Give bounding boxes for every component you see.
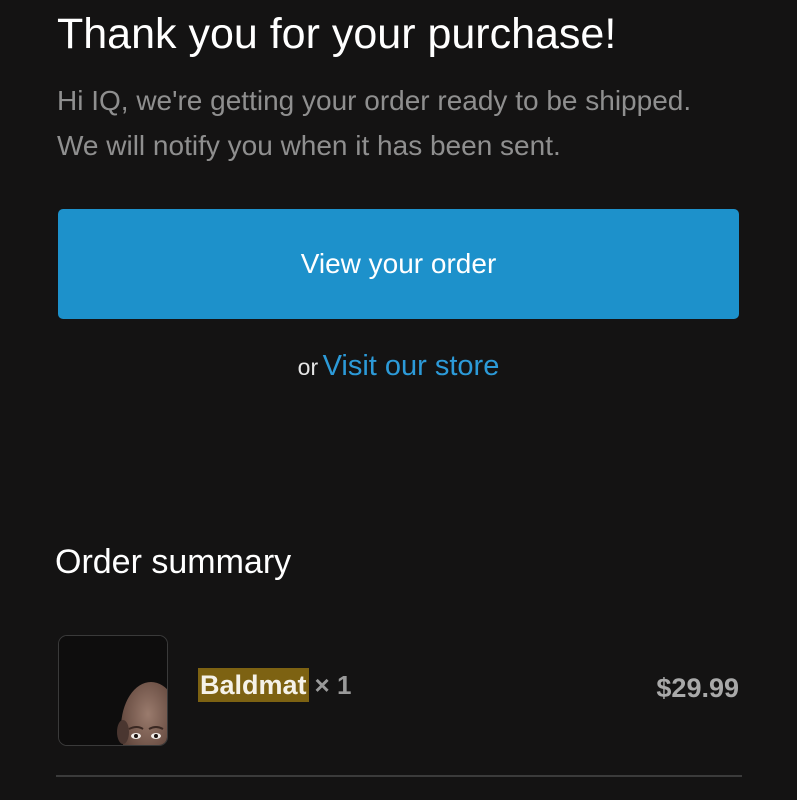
or-text: or	[297, 354, 319, 380]
view-order-button[interactable]: View your order	[58, 209, 739, 319]
visit-store-link[interactable]: Visit our store	[323, 350, 500, 382]
confirmation-message: Hi IQ, we're getting your order ready to…	[57, 78, 757, 168]
product-thumbnail	[58, 635, 168, 746]
order-summary-heading: Order summary	[55, 543, 292, 581]
alternate-action-row: or Visit our store	[0, 350, 797, 383]
line-item: Baldmat × 1	[198, 668, 352, 702]
divider	[56, 775, 742, 777]
page-title: Thank you for your purchase!	[57, 10, 617, 58]
item-name: Baldmat	[198, 668, 309, 702]
message-line-2: We will notify you when it has been sent…	[57, 130, 561, 161]
item-quantity: × 1	[314, 670, 352, 700]
item-price: $29.99	[656, 673, 739, 703]
message-line-1: Hi IQ, we're getting your order ready to…	[57, 85, 692, 116]
product-image	[59, 636, 167, 745]
